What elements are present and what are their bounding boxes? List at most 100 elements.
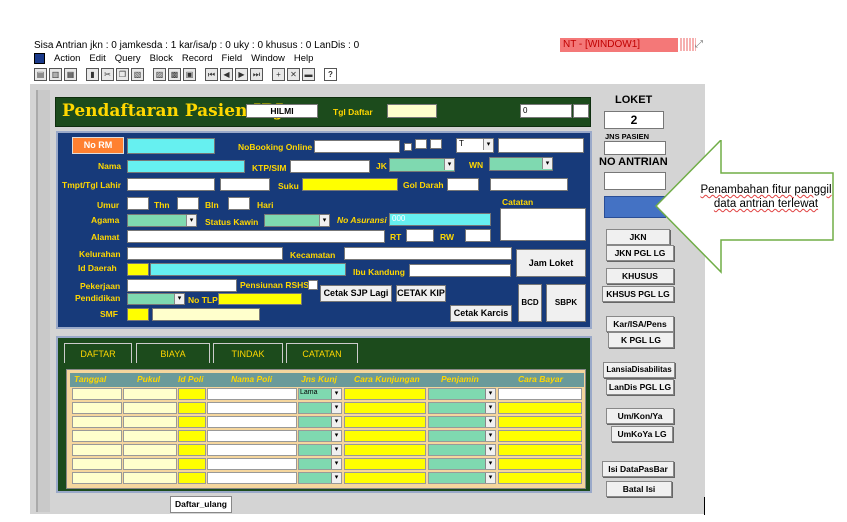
jam-loket-button[interactable]: Jam Loket	[516, 249, 586, 277]
table-cell[interactable]: ▾	[428, 472, 496, 484]
table-cell[interactable]	[344, 402, 426, 414]
insert-record-icon[interactable]: +	[272, 68, 285, 81]
copy-icon[interactable]: ❐	[116, 68, 129, 81]
umur-thn-field[interactable]	[127, 197, 149, 210]
rw-field[interactable]	[465, 229, 491, 242]
tab-tindak-lanjut[interactable]: TINDAK LANJUT	[213, 343, 283, 379]
no-tlp-field[interactable]	[218, 293, 302, 305]
exit-icon[interactable]: ▦	[64, 68, 77, 81]
check-2[interactable]	[415, 139, 427, 149]
tgl-lahir-field[interactable]	[220, 178, 270, 191]
table-cell[interactable]	[178, 472, 206, 484]
smf-field[interactable]	[127, 308, 149, 321]
table-cell[interactable]	[178, 444, 206, 456]
check-3[interactable]	[430, 139, 442, 149]
suku-field[interactable]	[302, 178, 398, 191]
cetak-karcis-button[interactable]: Cetak Karcis	[450, 305, 512, 322]
check-1[interactable]	[404, 143, 412, 151]
table-cell[interactable]	[72, 430, 122, 442]
query-icon[interactable]: ▨	[153, 68, 166, 81]
nobooking-field[interactable]	[314, 140, 400, 153]
table-cell[interactable]	[178, 430, 206, 442]
table-cell[interactable]	[498, 472, 582, 484]
counter-field-2[interactable]	[573, 104, 589, 118]
table-cell[interactable]: ▾	[428, 430, 496, 442]
daftar-ulang-tab[interactable]: Daftar_ulang	[170, 496, 232, 513]
status-kawin-select[interactable]: ▾	[264, 214, 330, 227]
no-rm-button[interactable]: No RM	[72, 137, 124, 154]
table-cell[interactable]: ▾	[298, 458, 342, 470]
prev-record-icon[interactable]: ◀	[220, 68, 233, 81]
catatan-field[interactable]	[500, 208, 586, 241]
table-cell[interactable]	[498, 444, 582, 456]
lock-record-icon[interactable]: ▬	[302, 68, 315, 81]
table-cell[interactable]	[207, 388, 297, 400]
table-cell[interactable]	[72, 388, 122, 400]
table-cell[interactable]	[178, 458, 206, 470]
table-cell[interactable]	[207, 416, 297, 428]
goldarah-field[interactable]	[447, 178, 479, 191]
sbpk-button[interactable]: SBPK	[546, 284, 586, 322]
landis-pgl-lg-button[interactable]: LanDis PGL LG	[606, 379, 674, 395]
table-cell[interactable]	[344, 458, 426, 470]
table-cell[interactable]	[123, 402, 177, 414]
table-cell[interactable]	[207, 472, 297, 484]
pendidikan-select[interactable]: ▾	[127, 293, 185, 305]
khsus-pgl-lg-button[interactable]: KHSUS PGL LG	[602, 286, 674, 302]
menu-action[interactable]: Action	[54, 53, 80, 64]
table-cell[interactable]	[498, 402, 582, 414]
clear-icon[interactable]: ▮	[86, 68, 99, 81]
delete-record-icon[interactable]: ✕	[287, 68, 300, 81]
bcd-button[interactable]: BCD	[518, 284, 542, 322]
jk-select[interactable]: ▾	[389, 158, 455, 172]
cancel-query-icon[interactable]: ▣	[183, 68, 196, 81]
tab-biaya[interactable]: BIAYA	[136, 343, 210, 363]
kar-isa-pens-button[interactable]: Kar/ISA/Pens	[606, 316, 674, 332]
table-cell[interactable]	[178, 402, 206, 414]
table-cell[interactable]	[207, 458, 297, 470]
kecamatan-field[interactable]	[344, 247, 512, 260]
table-cell[interactable]	[344, 416, 426, 428]
umur-bln-field[interactable]	[177, 197, 199, 210]
table-cell[interactable]	[344, 388, 426, 400]
t-select[interactable]: T ▾	[456, 138, 494, 153]
execute-icon[interactable]: ▩	[168, 68, 181, 81]
table-cell[interactable]	[344, 444, 426, 456]
cut-icon[interactable]: ✂	[101, 68, 114, 81]
table-cell[interactable]	[123, 388, 177, 400]
nama-field[interactable]	[127, 160, 245, 173]
paste-icon[interactable]: ▧	[131, 68, 144, 81]
extra-field[interactable]	[490, 178, 568, 191]
alamat-field[interactable]	[127, 230, 385, 243]
table-cell[interactable]: ▾	[298, 444, 342, 456]
menu-edit[interactable]: Edit	[89, 53, 105, 64]
table-cell[interactable]	[72, 458, 122, 470]
table-cell[interactable]	[178, 416, 206, 428]
help-icon[interactable]: ?	[324, 68, 337, 81]
table-cell[interactable]	[178, 388, 206, 400]
print-icon[interactable]: ▥	[49, 68, 62, 81]
table-cell[interactable]	[72, 444, 122, 456]
table-cell[interactable]	[123, 430, 177, 442]
id-daerah-field[interactable]	[127, 263, 149, 276]
agama-select[interactable]: ▾	[127, 214, 197, 227]
pensiunan-checkbox[interactable]	[308, 280, 318, 290]
table-cell[interactable]: ▾	[298, 402, 342, 414]
um-kon-ya-button[interactable]: Um/Kon/Ya	[606, 408, 674, 424]
ibu-kandung-field[interactable]	[409, 264, 511, 277]
lansia-disabilitas-button[interactable]: LansiaDisabilitas	[603, 362, 675, 378]
table-cell[interactable]	[207, 430, 297, 442]
table-cell[interactable]	[344, 472, 426, 484]
cetak-sjp-button[interactable]: Cetak SJP Lagi	[320, 285, 392, 302]
no-rm-field[interactable]	[127, 138, 215, 154]
table-cell[interactable]	[123, 458, 177, 470]
tgl-daftar-field[interactable]	[387, 104, 437, 118]
menu-block[interactable]: Block	[150, 53, 173, 64]
umur-hari-field[interactable]	[228, 197, 250, 210]
first-record-icon[interactable]: ⏮	[205, 68, 218, 81]
save-icon[interactable]: ▤	[34, 68, 47, 81]
table-cell[interactable]	[207, 402, 297, 414]
menu-field[interactable]: Field	[222, 53, 243, 64]
cetak-kip-button[interactable]: CETAK KIP	[396, 285, 446, 302]
table-cell[interactable]	[498, 458, 582, 470]
